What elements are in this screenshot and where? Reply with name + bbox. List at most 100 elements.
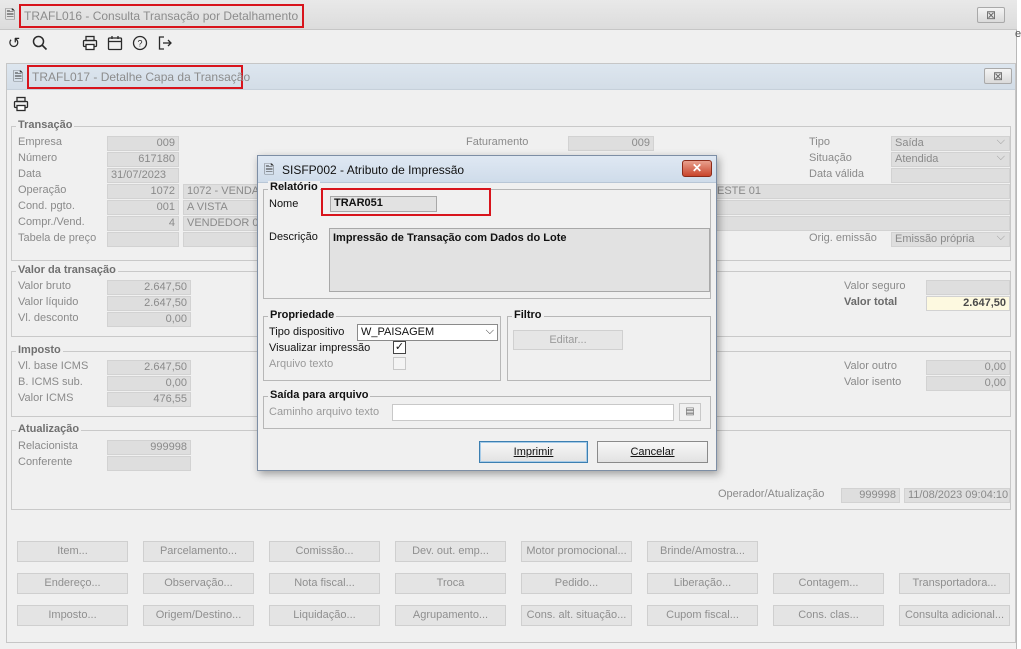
item-button[interactable]: Item... xyxy=(17,541,128,562)
field-compr-vend-code[interactable]: 4 xyxy=(107,216,179,231)
print-icon[interactable] xyxy=(80,35,100,55)
label-numero: Número xyxy=(18,152,58,164)
label-valor-isento: Valor isento xyxy=(844,376,902,388)
label-tipo: Tipo xyxy=(809,136,830,148)
label-valor-outro: Valor outro xyxy=(844,360,897,372)
transportadora-button[interactable]: Transportadora... xyxy=(899,573,1010,594)
field-base-icms[interactable]: 2.647,50 xyxy=(107,360,191,375)
endereco-button[interactable]: Endereço... xyxy=(17,573,128,594)
field-cond-pgto-desc: A VISTA xyxy=(183,200,258,215)
parcelamento-button[interactable]: Parcelamento... xyxy=(143,541,254,562)
descricao-field[interactable]: Impressão de Transação com Dados do Lote xyxy=(329,228,710,292)
field-vl-desconto[interactable]: 0,00 xyxy=(107,312,191,327)
dialog-titlebar: 🗎 SISFP002 - Atributo de Impressão ✕ xyxy=(258,156,716,183)
help-icon[interactable]: ? xyxy=(130,35,150,55)
agrupamento-button[interactable]: Agrupamento... xyxy=(395,605,506,626)
arquivo-texto-checkbox[interactable] xyxy=(393,357,406,370)
brinde-amostra-button[interactable]: Brinde/Amostra... xyxy=(647,541,758,562)
exit-icon[interactable] xyxy=(155,35,175,55)
label-compr-vend: Compr./Vend. xyxy=(18,216,85,228)
caminho-arquivo-input[interactable] xyxy=(392,404,674,421)
consulta-adicional-button[interactable]: Consulta adicional... xyxy=(899,605,1010,626)
field-empresa[interactable]: 009 xyxy=(107,136,179,151)
field-tabela-preco-code[interactable] xyxy=(107,232,179,247)
field-icms-sub[interactable]: 0,00 xyxy=(107,376,191,391)
field-valor-bruto[interactable]: 2.647,50 xyxy=(107,280,191,295)
cons-alt-situacao-button[interactable]: Cons. alt. situação... xyxy=(521,605,632,626)
label-conferente: Conferente xyxy=(18,456,73,468)
search-icon[interactable] xyxy=(30,35,50,55)
outer-titlebar: 🗎 TRAFL016 - Consulta Transação por Deta… xyxy=(0,0,1017,30)
side-glyph: e xyxy=(1015,28,1021,40)
field-data[interactable]: 31/07/2023 xyxy=(107,168,179,183)
select-situacao[interactable]: Atendida xyxy=(891,152,1010,167)
pedido-button[interactable]: Pedido... xyxy=(521,573,632,594)
browse-folder-icon[interactable]: ▤ xyxy=(679,403,701,421)
label-base-icms: Vl. base ICMS xyxy=(18,360,89,372)
nome-field[interactable]: TRAR051 xyxy=(330,196,437,212)
field-cond-pgto-code[interactable]: 001 xyxy=(107,200,179,215)
field-valor-total[interactable]: 2.647,50 xyxy=(926,296,1010,311)
cupom-fiscal-button[interactable]: Cupom fiscal... xyxy=(647,605,758,626)
field-relacionista[interactable]: 999998 xyxy=(107,440,191,455)
inner-close-button[interactable]: ⊠ xyxy=(984,68,1012,84)
calendar-icon[interactable] xyxy=(105,35,125,55)
select-orig-emissao[interactable]: Emissão própria xyxy=(891,232,1010,247)
liberacao-button[interactable]: Liberação... xyxy=(647,573,758,594)
label-operacao: Operação xyxy=(18,184,67,196)
liquidacao-button[interactable]: Liquidação... xyxy=(269,605,380,626)
label-valor-seguro: Valor seguro xyxy=(844,280,906,292)
cancelar-button[interactable]: Cancelar xyxy=(597,441,708,463)
imposto-button[interactable]: Imposto... xyxy=(17,605,128,626)
cons-clas-button[interactable]: Cons. clas... xyxy=(773,605,884,626)
dev-out-emp-button[interactable]: Dev. out. emp... xyxy=(395,541,506,562)
imprimir-button[interactable]: Imprimir xyxy=(479,441,588,463)
group-title-saida: Saída para arquivo xyxy=(268,389,371,401)
troca-button[interactable]: Troca xyxy=(395,573,506,594)
field-numero[interactable]: 617180 xyxy=(107,152,179,167)
document-icon: 🗎 xyxy=(5,7,16,22)
label-arquivo-texto: Arquivo texto xyxy=(269,358,334,370)
motor-promocional-button[interactable]: Motor promocional... xyxy=(521,541,632,562)
field-data-valida[interactable] xyxy=(891,168,1010,183)
select-tipo[interactable]: Saída xyxy=(891,136,1010,151)
label-relacionista: Relacionista xyxy=(18,440,78,452)
print-attributes-dialog: 🗎 SISFP002 - Atributo de Impressão ✕ Rel… xyxy=(257,155,717,471)
label-operador: Operador/Atualização xyxy=(718,488,825,500)
contagem-button[interactable]: Contagem... xyxy=(773,573,884,594)
refresh-icon[interactable]: ↺ xyxy=(4,35,24,55)
field-conferente[interactable] xyxy=(107,456,191,471)
dialog-title: SISFP002 - Atributo de Impressão xyxy=(282,163,465,177)
field-compr-vend-desc: VENDEDOR 04 xyxy=(183,216,258,231)
field-operacao-code[interactable]: 1072 xyxy=(107,184,179,199)
print-icon[interactable] xyxy=(11,96,31,116)
field-valor-liquido[interactable]: 2.647,50 xyxy=(107,296,191,311)
field-tabela-preco-desc xyxy=(183,232,258,247)
group-title-valor: Valor da transação xyxy=(16,264,118,276)
field-operador-datetime[interactable]: 11/08/2023 09:04:10 xyxy=(904,488,1010,503)
nota-fiscal-button[interactable]: Nota fiscal... xyxy=(269,573,380,594)
field-operador-code[interactable]: 999998 xyxy=(841,488,900,503)
origem-destino-button[interactable]: Origem/Destino... xyxy=(143,605,254,626)
label-empresa: Empresa xyxy=(18,136,63,148)
field-cond-pgto-extra xyxy=(713,200,1010,215)
group-title-atualizacao: Atualização xyxy=(16,423,82,435)
observacao-button[interactable]: Observação... xyxy=(143,573,254,594)
group-title-imposto: Imposto xyxy=(16,344,63,356)
label-icms-sub: B. ICMS sub. xyxy=(18,376,83,388)
field-valor-seguro[interactable] xyxy=(926,280,1010,295)
field-valor-isento[interactable]: 0,00 xyxy=(926,376,1010,391)
tipo-dispositivo-value: W_PAISAGEM xyxy=(361,326,435,338)
field-faturamento[interactable]: 009 xyxy=(568,136,654,151)
field-valor-outro[interactable]: 0,00 xyxy=(926,360,1010,375)
label-valor-icms: Valor ICMS xyxy=(18,392,74,404)
outer-close-button[interactable]: ⊠ xyxy=(977,7,1005,23)
label-data-valida: Data válida xyxy=(809,168,865,180)
editar-button[interactable]: Editar... xyxy=(513,330,623,350)
label-valor-liquido: Valor líquido xyxy=(18,296,79,308)
dialog-close-button[interactable]: ✕ xyxy=(682,160,712,177)
tipo-dispositivo-select[interactable]: W_PAISAGEM ⌵ xyxy=(357,324,498,341)
field-valor-icms[interactable]: 476,55 xyxy=(107,392,191,407)
comissao-button[interactable]: Comissão... xyxy=(269,541,380,562)
visualizar-impressao-checkbox[interactable]: ✓ xyxy=(393,341,406,354)
